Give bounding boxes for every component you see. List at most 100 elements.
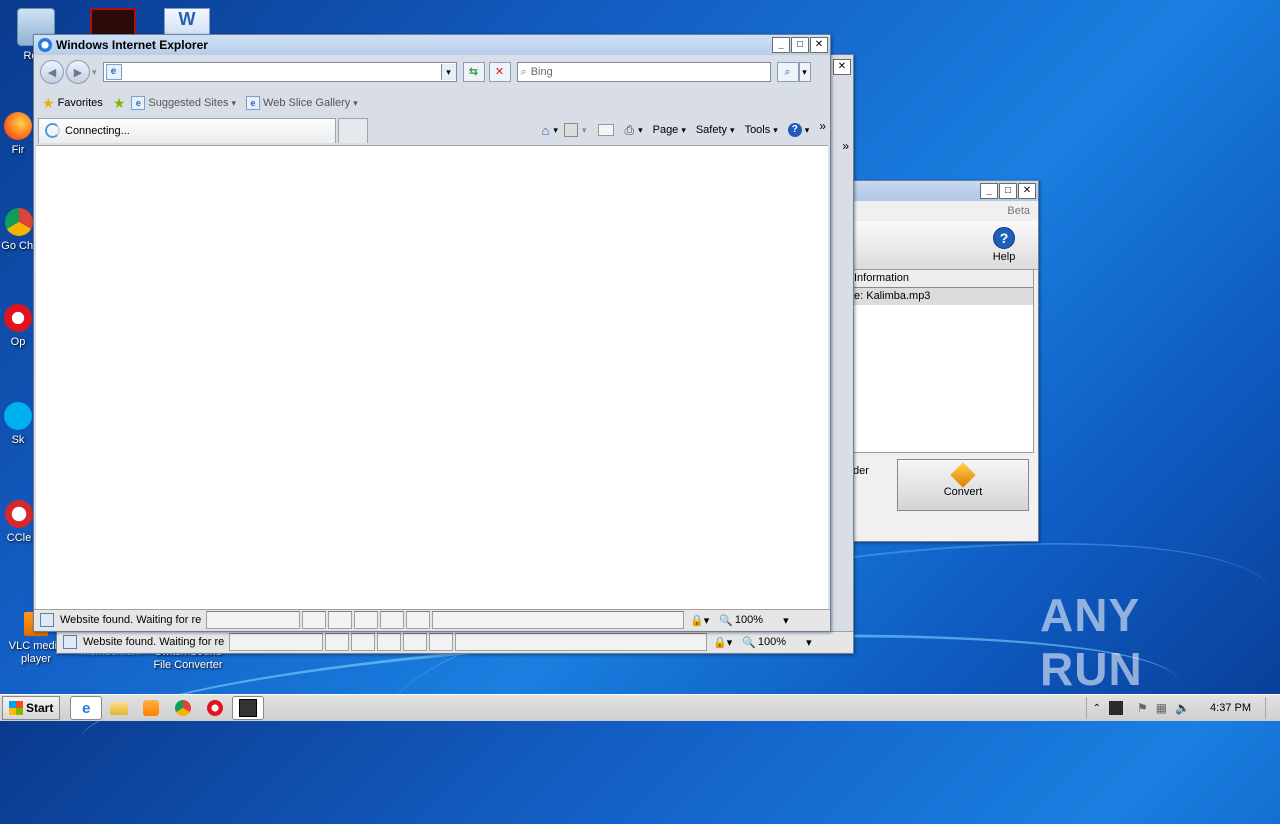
volume-icon[interactable]: 🔈 xyxy=(1175,701,1190,715)
feeds-dropdown[interactable]: ▾ xyxy=(582,125,587,136)
loading-icon xyxy=(45,123,60,138)
search-input[interactable]: Bing xyxy=(531,66,553,78)
watermark-text: ANY RUN xyxy=(1040,589,1143,695)
taskbar-chrome[interactable] xyxy=(168,697,198,719)
close-button[interactable]: ✕ xyxy=(1018,183,1036,199)
address-dropdown-button[interactable]: ▾ xyxy=(440,64,456,80)
opera-icon xyxy=(207,700,224,716)
file-list-row[interactable]: e: Kalimba.mp3 xyxy=(854,288,1033,305)
web-slice-gallery-label: Web Slice Gallery xyxy=(263,97,351,109)
security-icon[interactable]: 🔒▾ xyxy=(713,636,732,649)
feeds-icon[interactable] xyxy=(563,123,578,137)
show-desktop-button[interactable] xyxy=(1265,697,1280,719)
ie-page-icon: e xyxy=(131,96,146,110)
favorites-button[interactable]: ★ Favorites xyxy=(42,95,103,112)
minimize-button[interactable]: _ xyxy=(772,37,790,53)
ie-page-icon: e xyxy=(246,96,261,110)
chevron-down-icon[interactable]: ▾ xyxy=(806,636,812,649)
download-icon xyxy=(40,613,54,627)
zoom-level[interactable]: 100% xyxy=(758,636,786,648)
taskbar-opera[interactable] xyxy=(200,697,230,719)
new-tab-button[interactable] xyxy=(338,117,368,143)
refresh-button[interactable]: ⇆ xyxy=(462,62,485,82)
network-icon[interactable]: ▦ xyxy=(1156,701,1167,715)
star-icon: ★ xyxy=(42,94,55,111)
mail-icon[interactable] xyxy=(598,124,615,136)
close-button[interactable]: ✕ xyxy=(810,37,828,53)
search-button[interactable]: ⌕ xyxy=(776,62,799,82)
chevron-down-icon: ▾ xyxy=(681,124,686,135)
minimize-button[interactable]: _ xyxy=(980,183,998,199)
home-dropdown[interactable]: ▾ xyxy=(553,125,558,136)
ie-window: Windows Internet Explorer _ □ ✕ ◀ ▶ ▾ e … xyxy=(33,34,831,632)
forward-button[interactable]: ▶ xyxy=(66,60,90,84)
recent-pages-dropdown[interactable]: ▾ xyxy=(92,67,97,78)
clock[interactable]: 4:37 PM xyxy=(1210,702,1251,714)
print-dropdown[interactable]: ▾ xyxy=(638,125,643,136)
help-dropdown[interactable]: ▾ xyxy=(805,125,810,136)
tray-app-icon[interactable] xyxy=(1108,701,1123,715)
convert-icon xyxy=(950,462,976,488)
desktop-icon-opera[interactable]: Op xyxy=(0,304,36,349)
maximize-button[interactable]: □ xyxy=(791,37,809,53)
converter-icon xyxy=(239,699,258,717)
zoom-icon: 🔍 xyxy=(742,636,756,649)
taskbar-ie[interactable]: e xyxy=(70,696,103,720)
page-icon: e xyxy=(105,64,122,80)
desktop-icon-skype[interactable]: Sk xyxy=(0,402,36,447)
page-menu-label: Page xyxy=(652,124,679,136)
chevron-down-icon[interactable]: ▾ xyxy=(783,614,789,627)
home-button[interactable]: ⌂ xyxy=(542,123,550,138)
safety-menu[interactable]: Safety ▾ xyxy=(696,124,735,136)
ie-logo-icon xyxy=(38,38,52,52)
media-player-icon xyxy=(143,700,160,716)
desktop-icon-label: Op xyxy=(10,336,26,348)
print-icon[interactable]: ⎙ xyxy=(624,123,634,138)
search-options-dropdown[interactable]: ▾ xyxy=(798,62,811,82)
firefox-icon xyxy=(4,112,32,140)
favorites-label: Favorites xyxy=(57,97,103,109)
start-label: Start xyxy=(26,701,54,715)
desktop-icon-firefox[interactable]: Fir xyxy=(0,112,36,157)
chevron-right-icon[interactable]: » xyxy=(819,119,826,133)
stop-button[interactable]: ✕ xyxy=(488,62,511,82)
page-content[interactable] xyxy=(36,145,828,610)
taskbar-converter[interactable] xyxy=(232,696,265,720)
ie-titlebar: Windows Internet Explorer _ □ ✕ xyxy=(34,35,830,55)
convert-button[interactable]: Convert xyxy=(897,459,1029,511)
tab-connecting[interactable]: Connecting... xyxy=(38,117,336,143)
add-to-favorites-bar-icon[interactable]: ★ xyxy=(113,95,126,112)
ie-back-status-bar: Website found. Waiting for re 🔒▾ 🔍 100% … xyxy=(57,631,853,652)
zoom-level[interactable]: 100% xyxy=(735,614,763,626)
start-button[interactable]: Start xyxy=(2,696,61,720)
tools-menu[interactable]: Tools ▾ xyxy=(745,124,778,136)
flag-icon[interactable]: ⚑ xyxy=(1137,701,1148,715)
address-bar[interactable]: e ▾ xyxy=(102,62,457,82)
search-box[interactable]: ⌕ Bing xyxy=(516,62,771,82)
help-button[interactable]: ? Help xyxy=(984,227,1024,263)
taskbar-media-player[interactable] xyxy=(136,697,166,719)
show-hidden-icons-icon[interactable]: ⌃ xyxy=(1093,703,1101,714)
tab-label: Connecting... xyxy=(65,124,130,137)
back-button[interactable]: ◀ xyxy=(40,60,64,84)
folder-icon xyxy=(110,701,129,715)
opera-icon xyxy=(4,304,32,332)
tab-command-row: Connecting... ⌂ ▾ ▾ ⎙ ▾ Page ▾ Safety ▾ To… xyxy=(34,117,830,143)
close-button[interactable]: ✕ xyxy=(833,59,851,75)
ie-status-bar: Website found. Waiting for re 🔒▾ 🔍 100% … xyxy=(34,609,830,630)
taskbar-explorer[interactable] xyxy=(104,697,134,719)
chrome-icon xyxy=(175,700,192,716)
suggested-sites-link[interactable]: e Suggested Sites ▾ xyxy=(131,96,236,110)
chevron-right-icon[interactable]: » xyxy=(842,139,849,153)
security-icon[interactable]: 🔒▾ xyxy=(690,614,709,627)
favorites-bar: ★ Favorites ★ e Suggested Sites ▾ e Web … xyxy=(34,91,830,115)
beta-label: Beta xyxy=(1007,205,1030,217)
maximize-button[interactable]: □ xyxy=(999,183,1017,199)
page-menu[interactable]: Page ▾ xyxy=(653,124,686,136)
web-slice-gallery-link[interactable]: e Web Slice Gallery ▾ xyxy=(246,96,358,110)
tools-menu-label: Tools xyxy=(744,124,771,136)
help-icon[interactable]: ? xyxy=(787,123,802,137)
chevron-down-icon: ▾ xyxy=(353,97,358,108)
information-column-header[interactable]: Information xyxy=(854,270,1033,288)
desktop-icon-label: Go Chr xyxy=(1,240,37,252)
